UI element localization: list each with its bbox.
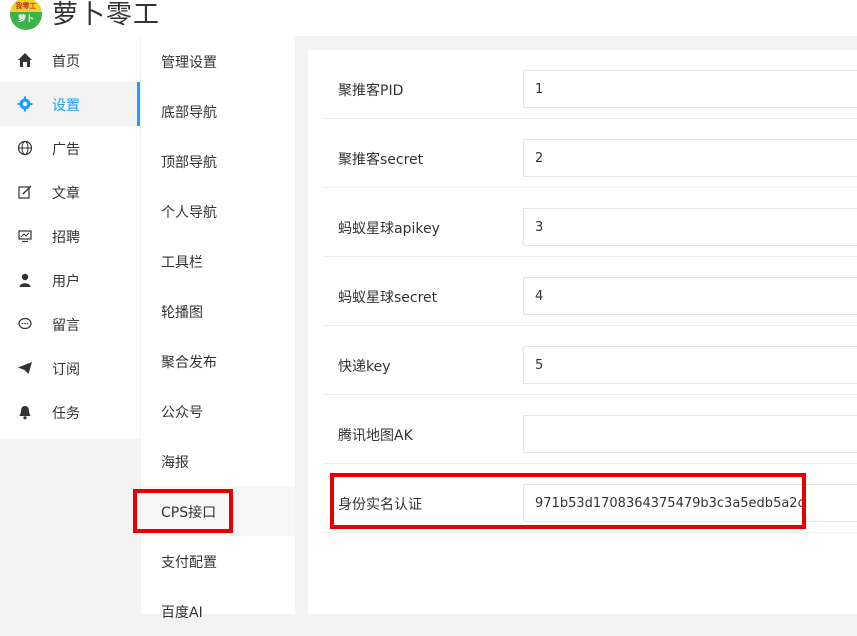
subnav-item[interactable]: 顶部导航 — [141, 136, 295, 186]
form-row: 蚂蚁星球secret — [323, 257, 857, 326]
subnav-label: 管理设置 — [161, 55, 217, 71]
sidebar-item-home[interactable]: 首页 — [0, 38, 140, 82]
sidebar-item-label: 订阅 — [52, 362, 80, 378]
subnav-label: 个人导航 — [161, 205, 217, 221]
sidebar-item-messages[interactable]: 留言 — [0, 302, 140, 346]
form-row: 聚推客secret — [323, 119, 857, 188]
field-label: 聚推客secret — [338, 152, 424, 168]
primary-sidebar: 首页 设置 广告 文章 招聘 用户 留言 订阅 任务 — [0, 36, 140, 439]
field-label: 聚推客PID — [338, 83, 404, 99]
subnav-label: 支付配置 — [161, 555, 217, 571]
chat-icon — [18, 317, 32, 330]
user-icon — [19, 273, 31, 287]
field-label: 蚂蚁星球secret — [338, 290, 438, 306]
field-label: 腾讯地图AK — [338, 428, 413, 444]
jutuike-pid-field[interactable] — [523, 70, 857, 108]
sidebar-item-settings[interactable]: 设置 — [0, 82, 140, 126]
express-key-field[interactable] — [523, 346, 857, 384]
subnav-item-cps[interactable]: CPS接口 — [141, 486, 295, 536]
jutuike-secret-field[interactable] — [523, 139, 857, 177]
field-label: 身份实名认证 — [338, 497, 422, 513]
sidebar-item-label: 用户 — [52, 274, 80, 290]
subnav-label: 工具栏 — [161, 255, 203, 271]
subnav-item[interactable]: 支付配置 — [141, 536, 295, 586]
form-row: 聚推客PID — [323, 50, 857, 119]
sidebar-item-articles[interactable]: 文章 — [0, 170, 140, 214]
subnav-label: 顶部导航 — [161, 155, 217, 171]
subnav-item[interactable]: 百度AI — [141, 586, 295, 636]
subnav-item[interactable]: 轮播图 — [141, 286, 295, 336]
monitor-icon — [18, 230, 32, 243]
subnav-item[interactable]: 个人导航 — [141, 186, 295, 236]
subnav-item[interactable]: 工具栏 — [141, 236, 295, 286]
subnav-item[interactable]: 海报 — [141, 436, 295, 486]
cps-settings-form: 聚推客PID 聚推客secret 蚂蚁星球apikey 蚂蚁星球secret 快… — [308, 50, 857, 614]
subnav-label: 公众号 — [161, 405, 203, 421]
settings-subnav: 管理设置 底部导航 顶部导航 个人导航 工具栏 轮播图 聚合发布 公众号 海报 … — [141, 36, 295, 621]
sidebar-item-tasks[interactable]: 任务 — [0, 390, 140, 434]
sidebar-item-label: 招聘 — [52, 230, 80, 246]
send-icon — [18, 362, 32, 374]
field-label: 快递key — [338, 359, 391, 375]
form-row: 身份实名认证 — [323, 464, 857, 533]
sidebar-item-label: 首页 — [52, 54, 80, 70]
sidebar-item-label: 文章 — [52, 186, 80, 202]
brand-logo[interactable]: 我零工 萝卜 — [10, 0, 42, 30]
subnav-item[interactable]: 公众号 — [141, 386, 295, 436]
sidebar-item-label: 任务 — [52, 406, 80, 422]
form-row: 腾讯地图AK — [323, 395, 857, 464]
subnav-label: 百度AI — [161, 605, 203, 621]
subnav-label: 海报 — [161, 455, 189, 471]
mayi-apikey-field[interactable] — [523, 208, 857, 246]
mayi-secret-field[interactable] — [523, 277, 857, 315]
bell-icon — [19, 406, 31, 420]
logo-top-text: 我零工 — [10, 0, 42, 12]
sidebar-item-jobs[interactable]: 招聘 — [0, 214, 140, 258]
sidebar-item-users[interactable]: 用户 — [0, 258, 140, 302]
subnav-label: 聚合发布 — [161, 355, 217, 371]
subnav-label: CPS接口 — [161, 505, 217, 521]
subnav-item[interactable]: 底部导航 — [141, 86, 295, 136]
brand-title: 萝卜零工 — [52, 0, 161, 30]
id-verification-field[interactable] — [523, 484, 857, 522]
gear-icon — [17, 96, 33, 112]
edit-icon — [18, 185, 32, 199]
top-header: 我零工 萝卜 萝卜零工 — [0, 0, 857, 36]
sidebar-item-label: 设置 — [52, 98, 80, 114]
subnav-label: 底部导航 — [161, 105, 217, 121]
sidebar-item-label: 留言 — [52, 318, 80, 334]
sidebar-item-subscribe[interactable]: 订阅 — [0, 346, 140, 390]
subnav-label: 轮播图 — [161, 305, 203, 321]
home-icon — [18, 53, 32, 67]
logo-bottom-text: 萝卜 — [18, 14, 34, 23]
tencent-map-ak-field[interactable] — [523, 415, 857, 453]
subnav-item[interactable]: 管理设置 — [141, 36, 295, 86]
form-row: 蚂蚁星球apikey — [323, 188, 857, 257]
globe-icon — [17, 140, 33, 156]
form-row: 快递key — [323, 326, 857, 395]
field-label: 蚂蚁星球apikey — [338, 221, 440, 237]
subnav-item[interactable]: 聚合发布 — [141, 336, 295, 386]
sidebar-item-ads[interactable]: 广告 — [0, 126, 140, 170]
sidebar-item-label: 广告 — [52, 142, 80, 158]
